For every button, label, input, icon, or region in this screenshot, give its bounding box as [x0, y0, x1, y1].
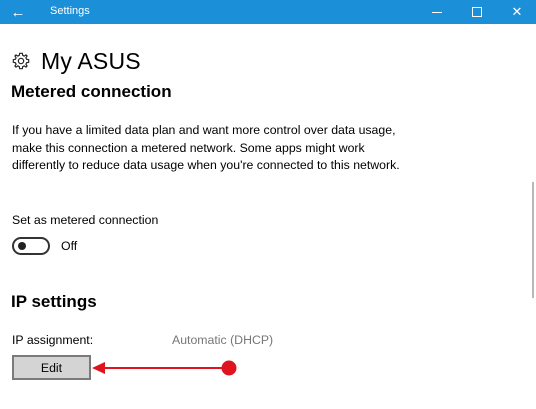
back-arrow-icon: ← [10, 3, 26, 21]
metered-description: If you have a limited data plan and want… [12, 123, 400, 173]
scrollbar-thumb[interactable] [532, 182, 534, 298]
maximize-button[interactable] [460, 0, 494, 24]
toggle-knob [18, 242, 26, 250]
ip-assignment-label: IP assignment: [12, 333, 94, 347]
toggle-state-text: Off [61, 239, 78, 253]
edit-button[interactable]: Edit [12, 355, 91, 380]
title-bar: ← Settings ✕ [0, 0, 536, 24]
metered-toggle-row: Off [12, 236, 77, 256]
page-header: My ASUS [11, 46, 141, 76]
gear-icon [12, 52, 30, 70]
page-title: My ASUS [41, 47, 141, 74]
settings-content: My ASUS Metered connection If you have a… [0, 24, 530, 409]
window-title: Settings [50, 5, 90, 17]
minimize-icon [432, 11, 442, 13]
close-button[interactable]: ✕ [500, 0, 534, 24]
ip-assignment-value: Automatic (DHCP) [172, 333, 274, 347]
minimize-button[interactable] [420, 0, 454, 24]
ip-settings-heading: IP settings [11, 292, 97, 311]
close-icon: ✕ [511, 4, 523, 19]
metered-connection-toggle[interactable] [12, 237, 50, 255]
metered-connection-heading: Metered connection [11, 82, 172, 101]
maximize-icon [472, 7, 482, 17]
back-button[interactable]: ← [0, 0, 36, 24]
metered-toggle-label: Set as metered connection [12, 213, 159, 227]
scrollbar[interactable] [530, 24, 536, 409]
